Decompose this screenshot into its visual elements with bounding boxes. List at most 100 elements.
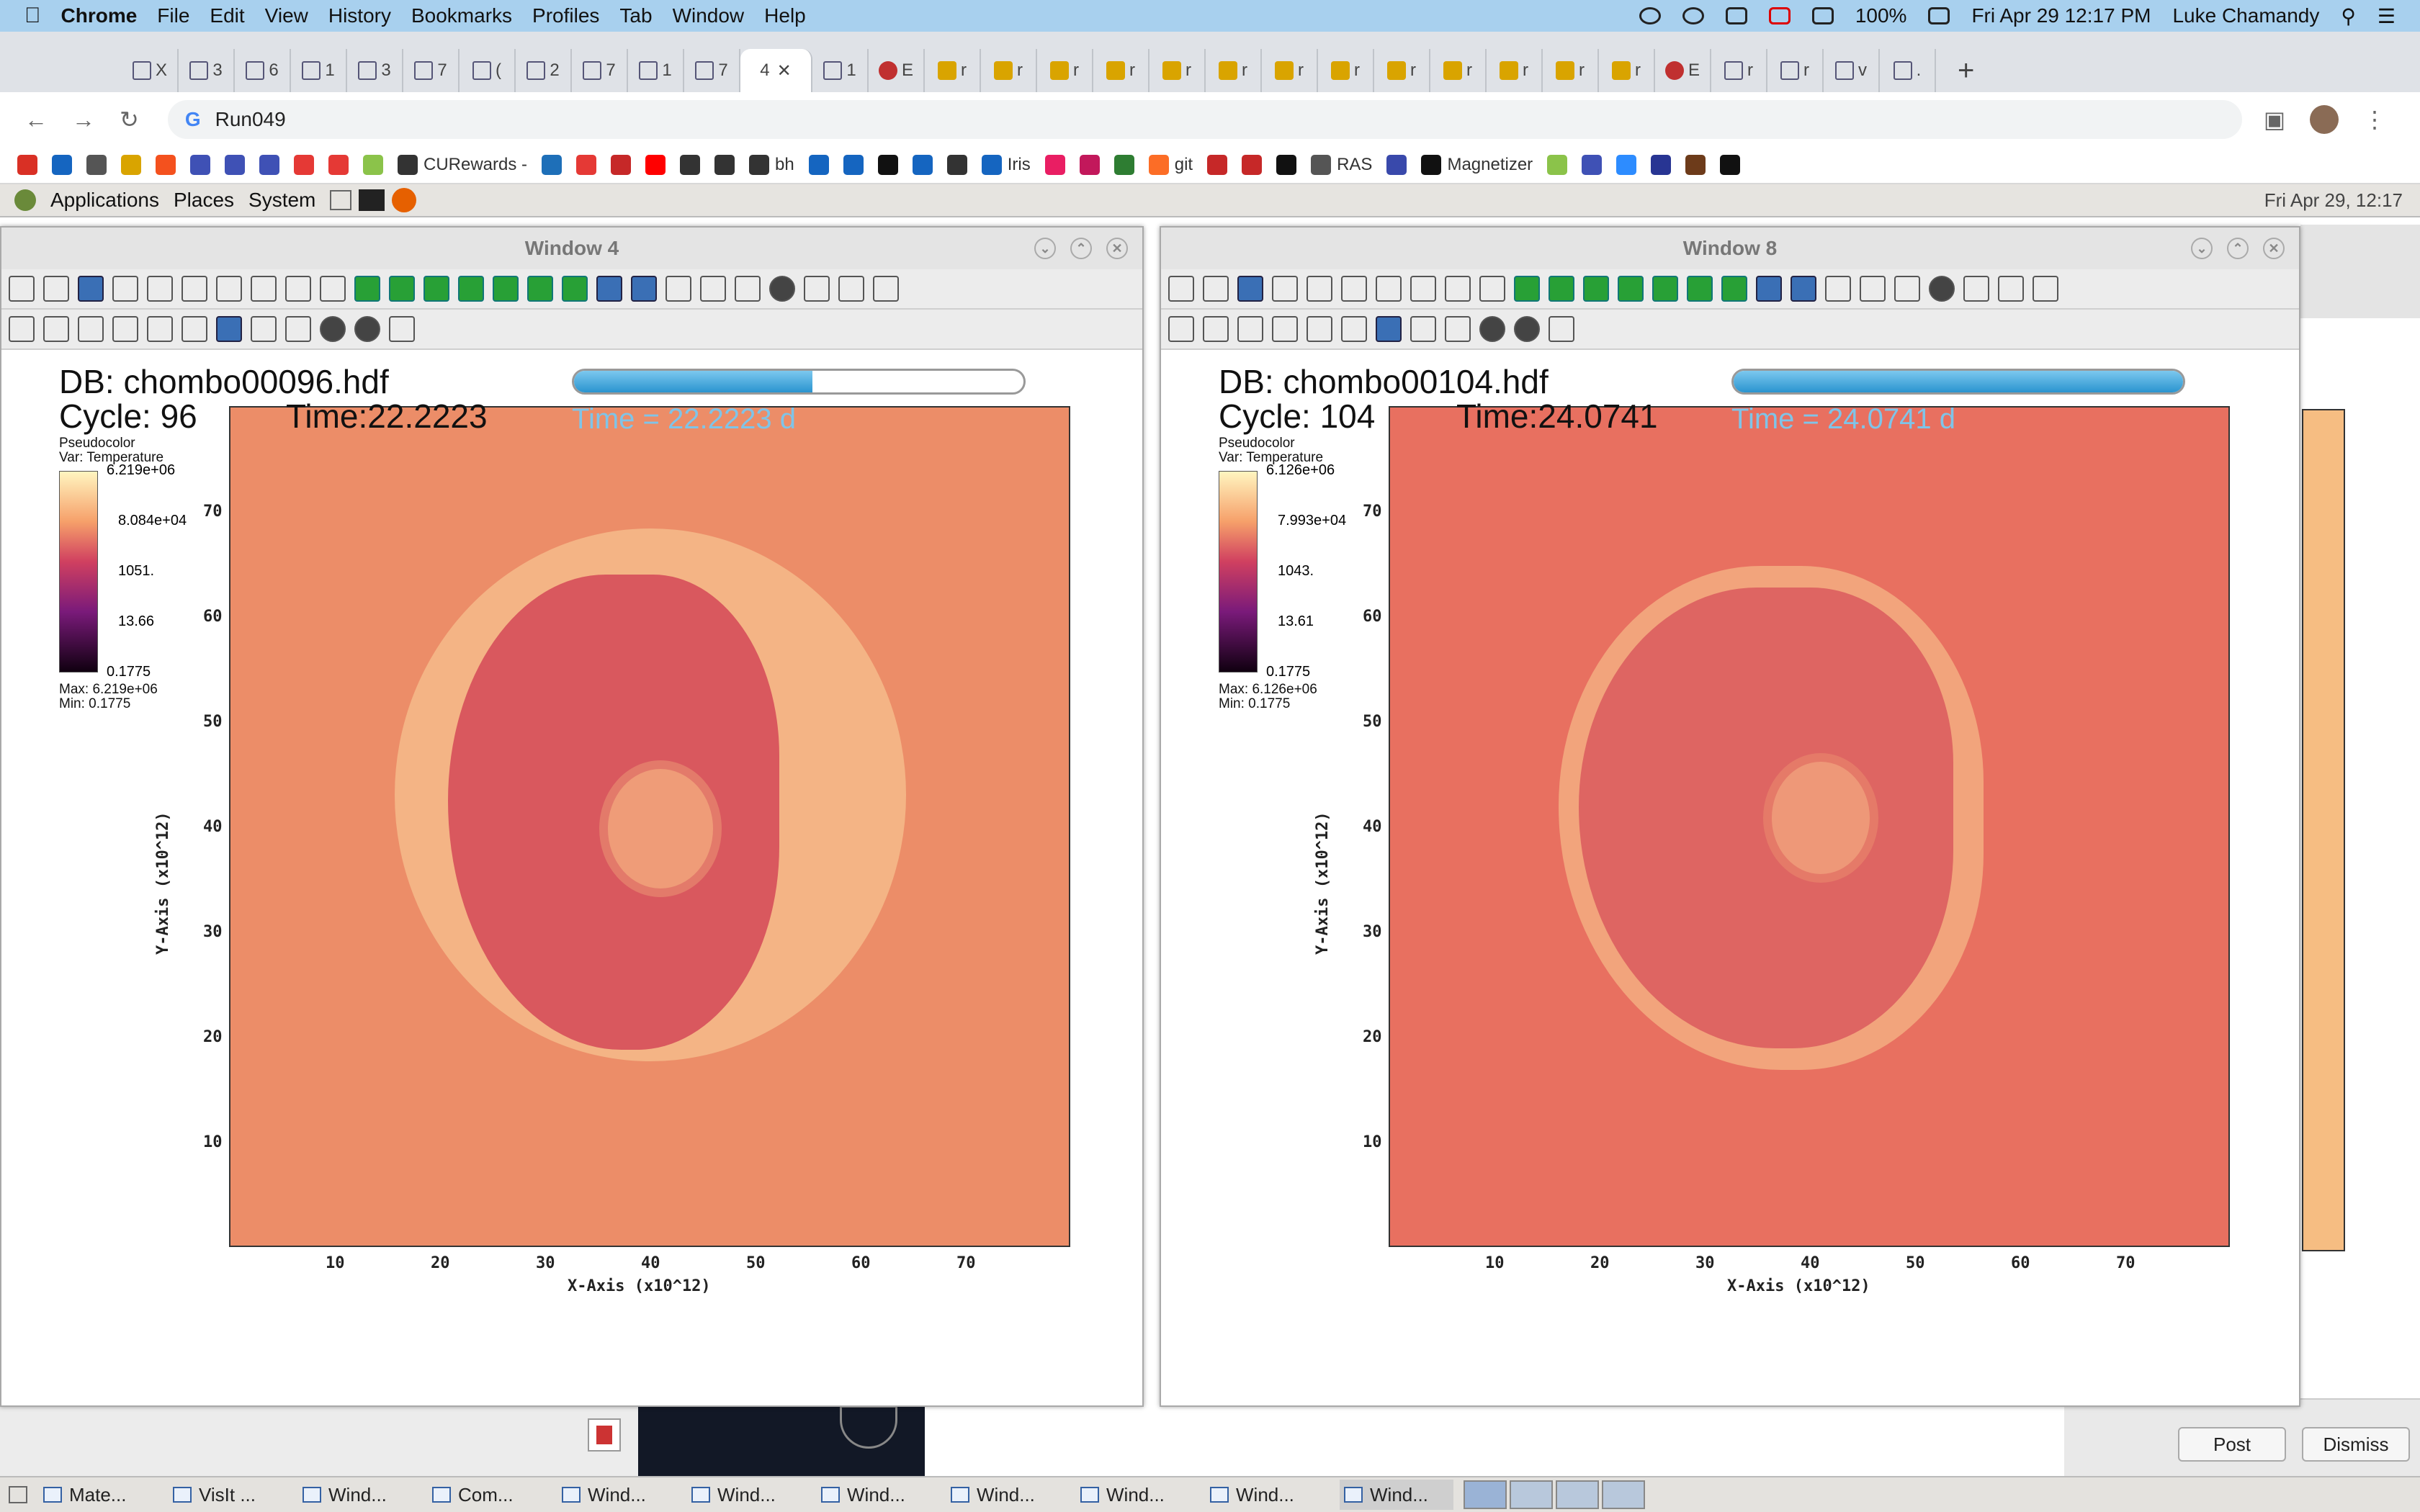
visit-tool-icon[interactable] [1168,276,1194,302]
visit-tool-icon[interactable] [1791,276,1816,302]
visit-tool-icon[interactable] [1237,276,1263,302]
interaction-mode-icon[interactable] [1272,316,1298,342]
visit-tool-icon[interactable] [389,276,415,302]
visit-tool-icon[interactable] [1376,276,1402,302]
interaction-mode-icon[interactable] [216,316,242,342]
visit-tool-icon[interactable] [596,276,622,302]
bookmark-item[interactable]: git [1148,155,1193,175]
taskbar-item[interactable]: Wind... [691,1484,805,1506]
bookmark-item[interactable] [1079,155,1100,175]
bookmark-item[interactable] [1242,155,1263,175]
bookmark-item[interactable] [680,155,701,175]
bookmark-item[interactable] [714,155,735,175]
interaction-mode-icon[interactable] [1203,316,1229,342]
menubar-clock[interactable]: Fri Apr 29 12:17 PM [1971,4,2151,27]
menubar-user[interactable]: Luke Chamandy [2172,4,2319,27]
post-button[interactable]: Post [2178,1427,2286,1462]
interaction-mode-icon[interactable] [182,316,207,342]
browser-tab[interactable]: E [1655,49,1711,92]
interaction-mode-icon[interactable] [354,316,380,342]
bookmark-item[interactable] [1720,155,1741,175]
bookmark-item[interactable] [542,155,563,175]
bookmark-item[interactable] [808,155,829,175]
browser-tab[interactable]: r [1037,49,1093,92]
interaction-mode-icon[interactable] [1445,316,1471,342]
visit-tool-icon[interactable] [2033,276,2058,302]
visit-tool-icon[interactable] [804,276,830,302]
bookmark-item[interactable] [576,155,597,175]
visit-tool-icon[interactable] [1272,276,1298,302]
bookmark-item[interactable] [52,155,72,175]
menu-edit[interactable]: Edit [210,4,244,27]
visit-tool-icon[interactable] [562,276,588,302]
visit-tool-icon[interactable] [1549,276,1574,302]
bookmark-item[interactable] [294,155,314,175]
interaction-mode-icon[interactable] [251,316,277,342]
interaction-mode-icon[interactable] [285,316,311,342]
omnibox[interactable]: G Run049 [167,100,2242,139]
window-8-minimize-icon[interactable]: ⌄ [2191,238,2213,259]
browser-tab[interactable]: 3 [347,49,403,92]
interaction-mode-icon[interactable] [1410,316,1436,342]
gnome-foot-icon[interactable] [14,189,36,211]
taskbar-item[interactable]: Wind... [562,1484,676,1506]
visit-tool-icon[interactable] [769,276,795,302]
visit-tool-icon[interactable] [1445,276,1471,302]
browser-tab[interactable]: r [1711,49,1767,92]
interaction-mode-icon[interactable] [147,316,173,342]
browser-tab[interactable]: 3 [179,49,235,92]
browser-tab[interactable]: 1 [291,49,347,92]
visit-tool-icon[interactable] [1929,276,1955,302]
flag-icon[interactable] [1768,7,1791,24]
taskbar-item[interactable]: Wind... [951,1484,1065,1506]
interaction-mode-icon[interactable] [1514,316,1540,342]
bookmark-item[interactable] [843,155,864,175]
visit-tool-icon[interactable] [1825,276,1851,302]
visit-tool-icon[interactable] [1756,276,1782,302]
taskbar-item[interactable]: Wind... [302,1484,416,1506]
bookmark-item[interactable] [1386,155,1407,175]
interaction-mode-icon[interactable] [1549,316,1574,342]
menu-view[interactable]: View [265,4,308,27]
visit-tool-icon[interactable] [354,276,380,302]
alert-icon[interactable] [588,1418,621,1452]
new-tab-icon[interactable]: + [1958,49,1974,92]
bookmark-item[interactable] [645,155,666,175]
taskbar-item[interactable]: Wind... [1210,1484,1324,1506]
battery-icon[interactable] [1928,7,1950,24]
interaction-mode-icon[interactable] [43,316,69,342]
visit-tool-icon[interactable] [493,276,519,302]
browser-tab[interactable]: 1 [812,49,869,92]
menu-help[interactable]: Help [764,4,806,27]
visit-tool-icon[interactable] [1652,276,1678,302]
browser-tab[interactable]: 2 [516,49,572,92]
editor-launcher-icon[interactable] [330,190,352,210]
apple-icon[interactable]:  [24,4,41,28]
bookmark-item[interactable] [1685,155,1706,175]
visit-tool-icon[interactable] [1721,276,1747,302]
bookmark-item[interactable]: Iris [981,155,1031,175]
browser-tab[interactable]: r [1767,49,1824,92]
bookmark-item[interactable] [225,155,245,175]
window-4-close-icon[interactable]: ✕ [1106,238,1128,259]
visit-tool-icon[interactable] [9,276,35,302]
browser-tab[interactable]: X [122,49,179,92]
bookmark-item[interactable] [190,155,210,175]
bookmark-item[interactable] [1616,155,1637,175]
visit-tool-icon[interactable] [1860,276,1886,302]
bookmark-item[interactable] [328,155,349,175]
bookmark-item[interactable] [86,155,107,175]
menu-bookmarks[interactable]: Bookmarks [411,4,512,27]
browser-tab[interactable]: r [1599,49,1655,92]
browser-tab[interactable]: r [925,49,981,92]
interaction-mode-icon[interactable] [1376,316,1402,342]
bookmark-item[interactable] [1044,155,1065,175]
visit-tool-icon[interactable] [112,276,138,302]
battery-percent[interactable]: 100% [1855,4,1907,27]
window-4-maximize-icon[interactable]: ⌃ [1070,238,1092,259]
visit-tool-icon[interactable] [1514,276,1540,302]
visit-tool-icon[interactable] [735,276,761,302]
menu-profiles[interactable]: Profiles [532,4,599,27]
menu-tab[interactable]: Tab [619,4,652,27]
interaction-mode-icon[interactable] [78,316,104,342]
